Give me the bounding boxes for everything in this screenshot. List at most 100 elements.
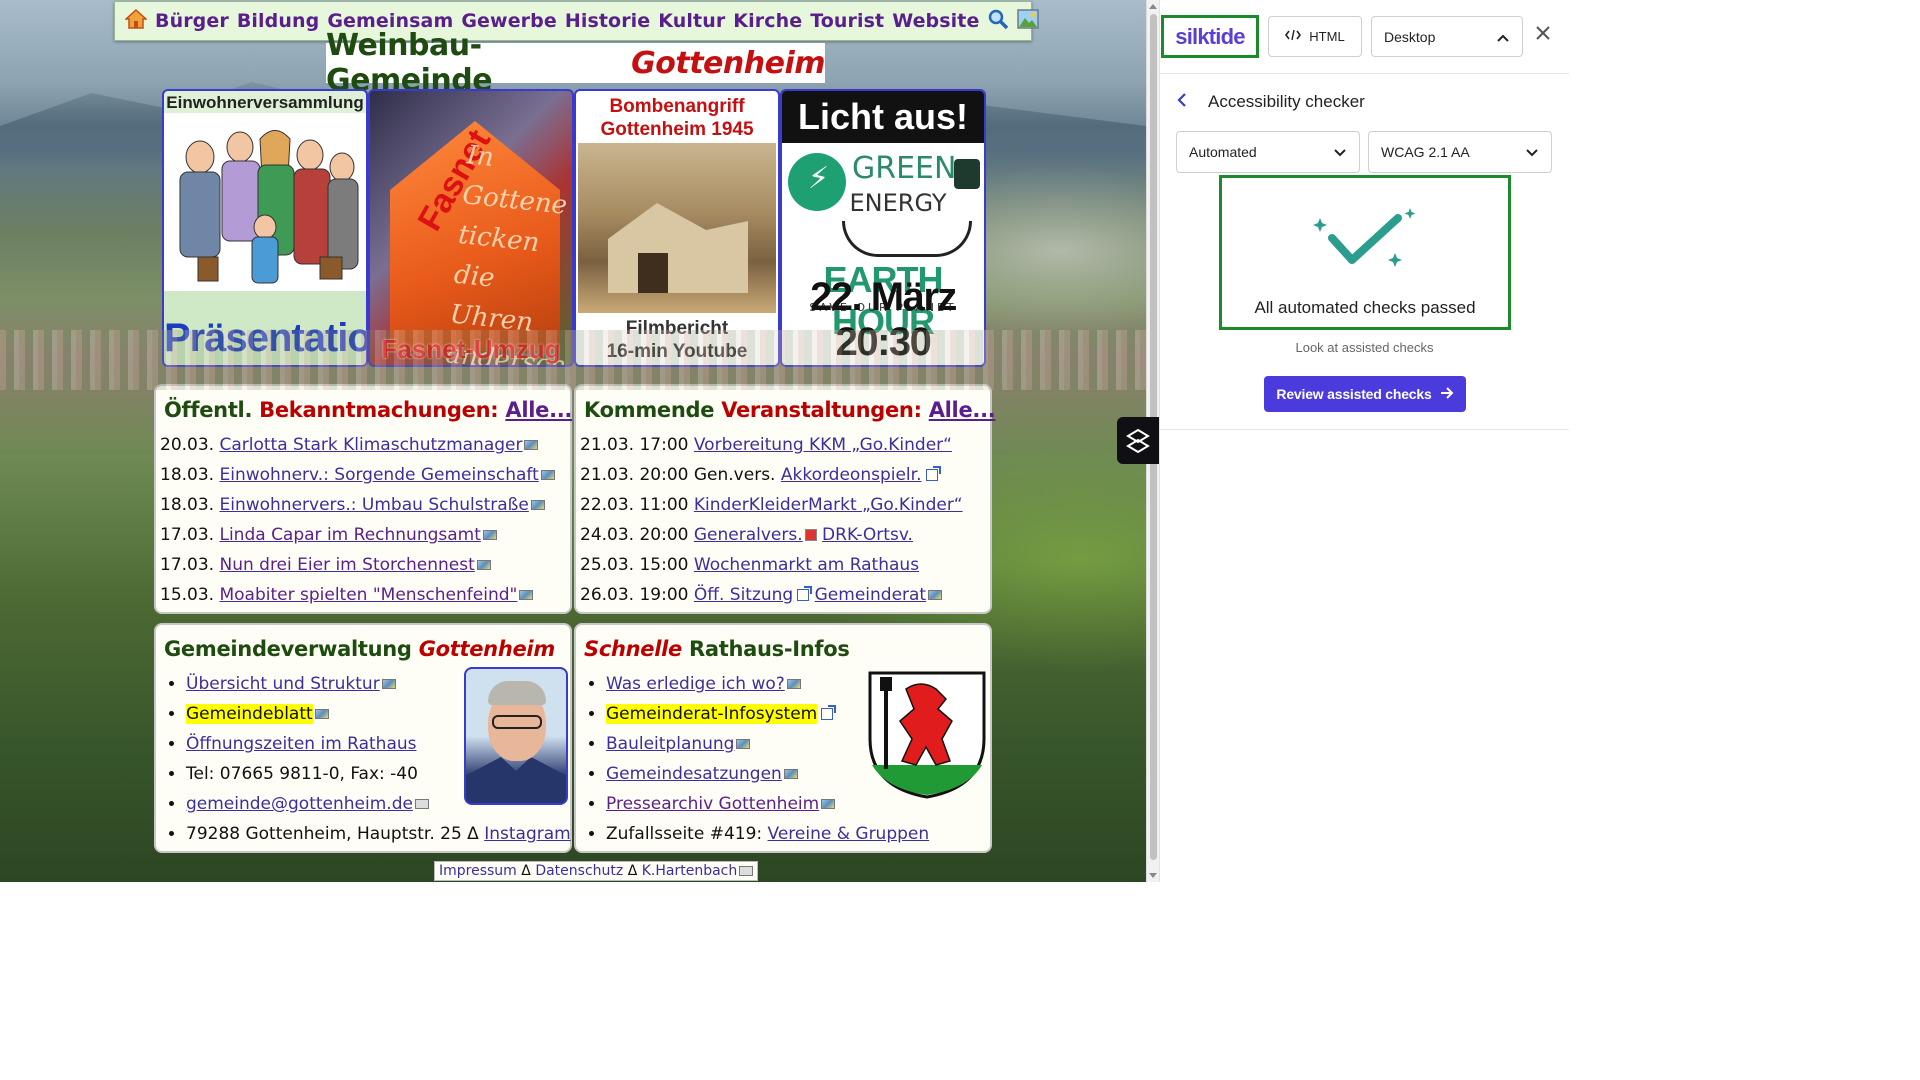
mayor-photo[interactable] bbox=[464, 667, 568, 805]
event-link[interactable]: KinderKleiderMarkt „Go.Kinder“ bbox=[694, 495, 963, 515]
historic-photo bbox=[578, 143, 776, 313]
item-date: 21.03. 20:00 bbox=[580, 465, 689, 485]
item-date: 24.03. 20:00 bbox=[580, 525, 689, 545]
slogan-line: andersch bbox=[444, 339, 569, 367]
site-title: Weinbau-Gemeinde Gottenheim bbox=[326, 28, 825, 98]
html-button-label: HTML bbox=[1309, 29, 1345, 44]
search-icon[interactable] bbox=[987, 8, 1009, 35]
list-item: 17.03. Linda Capar im Rechnungsamt bbox=[160, 522, 555, 552]
item-date: 17.03. bbox=[160, 525, 215, 545]
image-icon bbox=[381, 679, 396, 689]
image-icon bbox=[524, 440, 539, 450]
chevron-down-icon bbox=[1525, 144, 1539, 160]
result-message: All automated checks passed bbox=[1254, 298, 1476, 317]
silktide-logo[interactable]: silktide bbox=[1161, 15, 1259, 58]
assisted-hint: Look at assisted checks bbox=[1295, 340, 1434, 355]
banner-einwohnerversammlung[interactable]: Einwohnerversammlung Präsentation bbox=[162, 89, 368, 367]
review-assisted-checks-button[interactable]: Review assisted checks bbox=[1264, 376, 1466, 412]
all-events-link[interactable]: Alle... bbox=[929, 398, 996, 422]
item-date: 18.03. bbox=[160, 495, 215, 515]
image-icon bbox=[821, 799, 836, 809]
where-to-link[interactable]: Was erledige ich wo? bbox=[606, 674, 785, 694]
event-link[interactable]: Akkordeonspielr. bbox=[781, 465, 922, 485]
image-icon bbox=[519, 590, 534, 600]
title-part: Gemeindeverwaltung bbox=[164, 637, 412, 661]
event-link[interactable]: Öff. Sitzung bbox=[694, 585, 793, 605]
announcement-link[interactable]: Moabiter spielten "Menschenfeind" bbox=[219, 585, 517, 605]
announcement-link[interactable]: Einwohnervers.: Umbau Schulstraße bbox=[219, 495, 528, 515]
list-item: 22.03. 11:00 KinderKleiderMarkt „Go.Kind… bbox=[580, 492, 963, 522]
suit-graphic bbox=[466, 757, 566, 803]
announcements-box: Öffentl. Bekanntmachungen: Alle... 20.03… bbox=[154, 384, 572, 614]
announcement-link[interactable]: Nun drei Eier im Storchennest bbox=[219, 555, 474, 575]
nav-link-bildung[interactable]: Bildung bbox=[237, 10, 319, 32]
pdf-icon bbox=[804, 529, 817, 541]
home-icon[interactable] bbox=[124, 8, 148, 34]
author-link[interactable]: K.Hartenbach bbox=[642, 863, 738, 879]
back-chevron-icon[interactable] bbox=[1176, 91, 1188, 113]
quick-info-box: Schnelle Rathaus-Infos Was erledige ich … bbox=[574, 623, 992, 853]
nav-link-kultur[interactable]: Kultur bbox=[658, 10, 725, 32]
silktide-toggle-button[interactable] bbox=[1117, 417, 1159, 464]
gemeindeblatt-link[interactable]: Gemeindeblatt bbox=[186, 704, 313, 724]
nav-link-kirche[interactable]: Kirche bbox=[733, 10, 802, 32]
hair-graphic bbox=[488, 681, 546, 705]
datenschutz-link[interactable]: Datenschutz bbox=[535, 863, 623, 879]
quick-info-title: Schnelle Rathaus-Infos bbox=[584, 637, 850, 661]
list-item: 17.03. Nun drei Eier im Storchennest bbox=[160, 552, 555, 582]
check-mode-select[interactable]: Automated bbox=[1176, 131, 1360, 173]
list-item: 79288 Gottenheim, Hauptstr. 25 Δ Instagr… bbox=[186, 821, 590, 851]
instagram-link[interactable]: Instagram bbox=[484, 824, 571, 844]
event-link[interactable]: Generalvers. bbox=[694, 525, 803, 545]
scroll-down-arrow[interactable] bbox=[1149, 873, 1157, 878]
html-button[interactable]: HTML bbox=[1268, 16, 1362, 57]
title-part: Öffentl. bbox=[164, 398, 253, 422]
standard-value: WCAG 2.1 AA bbox=[1381, 144, 1470, 160]
device-select[interactable]: Desktop bbox=[1371, 16, 1523, 57]
title-part: Bekanntmachungen: bbox=[259, 398, 499, 422]
list-item: 15.03. Moabiter spielten "Menschenfeind" bbox=[160, 582, 555, 612]
list-item: 26.03. 19:00 Öff. Sitzung Gemeinderat bbox=[580, 582, 963, 612]
image-icon bbox=[736, 739, 751, 749]
overview-link[interactable]: Übersicht und Struktur bbox=[186, 674, 380, 694]
opening-hours-link[interactable]: Öffnungszeiten im Rathaus bbox=[186, 734, 417, 754]
announcement-link[interactable]: Einwohnerv.: Sorgende Gemeinschaft bbox=[219, 465, 538, 485]
standard-select[interactable]: WCAG 2.1 AA bbox=[1368, 131, 1552, 173]
list-item: 18.03. Einwohnerv.: Sorgende Gemeinschaf… bbox=[160, 462, 555, 492]
scroll-up-arrow[interactable] bbox=[1149, 4, 1157, 9]
tile-caption: 22. März 20:30 bbox=[810, 275, 957, 364]
nav-link-website[interactable]: Website bbox=[892, 10, 979, 32]
announcement-link[interactable]: Carlotta Stark Klimaschutzmanager bbox=[219, 435, 522, 455]
bauleitplanung-link[interactable]: Bauleitplanung bbox=[606, 734, 734, 754]
plug-icon bbox=[954, 159, 980, 189]
mail-icon bbox=[739, 866, 754, 876]
list-item: 24.03. 20:00 Generalvers. DRK-Ortsv. bbox=[580, 522, 963, 552]
close-icon[interactable] bbox=[1535, 24, 1551, 46]
list-item: 25.03. 15:00 Wochenmarkt am Rathaus bbox=[580, 552, 963, 582]
tile-caption-line1: Filmbericht bbox=[625, 318, 729, 339]
announcement-link[interactable]: Linda Capar im Rechnungsamt bbox=[219, 525, 480, 545]
banner-fasnet[interactable]: Fasnet In Gottene ticken die Uhren ander… bbox=[368, 89, 574, 367]
event-link[interactable]: Vorbereitung KKM „Go.Kinder“ bbox=[694, 435, 952, 455]
site-title-main: Weinbau-Gemeinde bbox=[326, 28, 493, 98]
announcements-title: Öffentl. Bekanntmachungen: Alle... bbox=[164, 398, 572, 422]
event-link-secondary[interactable]: Gemeinderat bbox=[815, 585, 926, 605]
impressum-link[interactable]: Impressum bbox=[439, 863, 517, 879]
nav-link-tourist[interactable]: Tourist bbox=[810, 10, 884, 32]
title-part: Schnelle bbox=[584, 637, 682, 661]
banner-earth-hour[interactable]: Licht aus! ⚡ GREEN ENERGY EARTH HOUR SAV… bbox=[780, 89, 986, 367]
all-announcements-link[interactable]: Alle... bbox=[505, 398, 572, 422]
event-link[interactable]: Wochenmarkt am Rathaus bbox=[694, 555, 919, 575]
event-link-secondary[interactable]: DRK-Ortsv. bbox=[822, 525, 913, 545]
banner-bombenangriff[interactable]: Bombenangriff Gottenheim 1945 Filmberich… bbox=[574, 89, 780, 367]
image-icon bbox=[476, 560, 491, 570]
council-infosystem-link[interactable]: Gemeinderat-Infosystem bbox=[606, 704, 818, 724]
email-link[interactable]: gemeinde@gottenheim.de bbox=[186, 794, 413, 814]
device-select-value: Desktop bbox=[1384, 28, 1436, 45]
pressearchiv-link[interactable]: Pressearchiv Gottenheim bbox=[606, 794, 819, 814]
image-icon bbox=[482, 530, 497, 540]
satzungen-link[interactable]: Gemeindesatzungen bbox=[606, 764, 782, 784]
image-icon[interactable] bbox=[1017, 8, 1040, 34]
vereine-link[interactable]: Vereine & Gruppen bbox=[768, 824, 930, 844]
nav-link-buerger[interactable]: Bürger bbox=[155, 10, 229, 32]
